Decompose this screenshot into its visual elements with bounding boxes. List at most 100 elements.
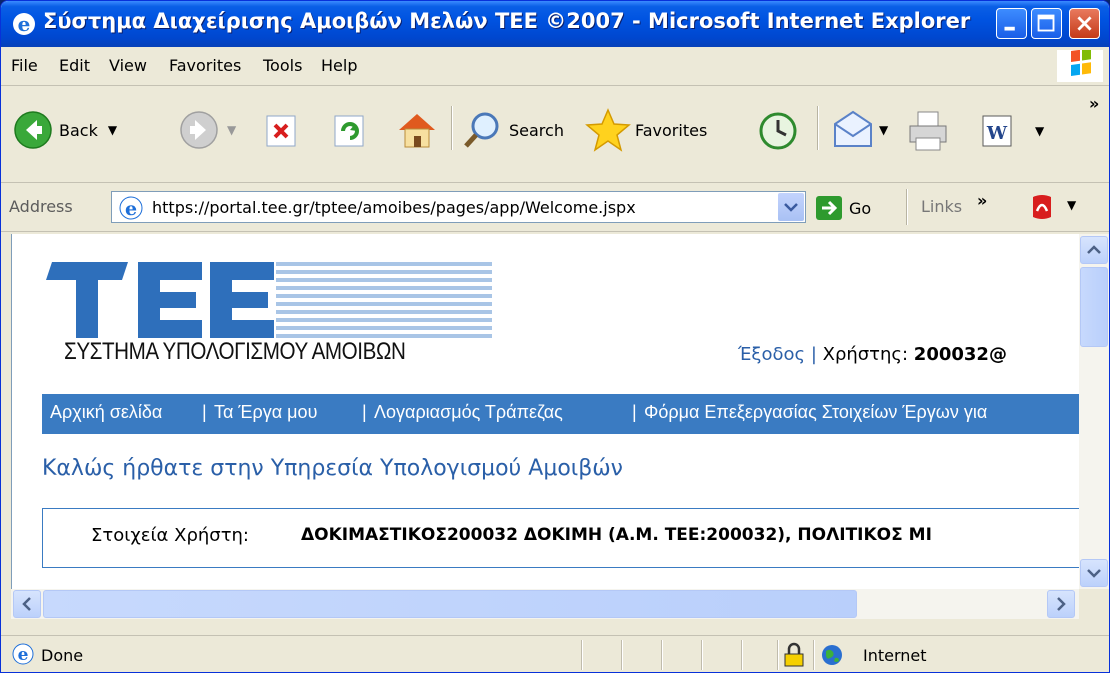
back-dropdown-icon[interactable]: ▼ — [108, 123, 117, 137]
search-icon — [464, 112, 499, 148]
back-button[interactable]: Back ▼ — [13, 110, 117, 150]
nav-my-projects[interactable]: Τα Έργα μου — [214, 402, 317, 423]
menu-help[interactable]: Help — [321, 56, 357, 75]
horizontal-scroll-thumb[interactable] — [43, 590, 857, 618]
vertical-scrollbar[interactable] — [1079, 234, 1109, 589]
menu-tools[interactable]: Tools — [263, 56, 302, 75]
user-details-value: ΔΟΚΙΜΑΣΤΙΚΟΣ200032 ΔΟΚΙΜΗ (Α.Μ. ΤΕΕ:2000… — [301, 525, 932, 545]
svg-text:e: e — [125, 198, 137, 220]
internet-globe-icon — [822, 645, 842, 665]
minimize-button[interactable] — [996, 8, 1027, 39]
close-button[interactable] — [1069, 8, 1100, 39]
windows-logo-icon — [1057, 50, 1103, 82]
favorites-label: Favorites — [635, 120, 708, 140]
logout-link[interactable]: Έξοδος — [738, 344, 805, 365]
favorites-star-icon — [585, 108, 631, 152]
toolbar-separator — [451, 106, 453, 150]
nav-home[interactable]: Αρχική σελίδα — [50, 402, 162, 423]
pdf-dropdown-icon[interactable]: ▼ — [1067, 198, 1076, 212]
stop-icon[interactable] — [265, 114, 299, 148]
scroll-right-button[interactable] — [1047, 590, 1075, 618]
ie-icon: e — [13, 12, 35, 36]
nav-separator: | — [362, 402, 367, 422]
favorites-button[interactable]: Favorites — [585, 108, 707, 152]
welcome-heading: Καλώς ήρθατε στην Υπηρεσία Υπολογισμού Α… — [42, 456, 623, 481]
go-button[interactable]: Go — [815, 195, 871, 221]
edit-dropdown-icon[interactable]: ▼ — [1035, 124, 1044, 138]
refresh-icon[interactable] — [333, 114, 367, 148]
page-viewport: ΣΥΣΤΗΜΑ ΥΠΟΛΟΓΙΣΜΟΥ ΑΜΟΙΒΩΝ Έξοδος | Χρή… — [11, 234, 1080, 589]
security-zone-label: Internet — [863, 646, 927, 665]
status-separator — [621, 640, 623, 670]
lock-icon — [784, 642, 804, 667]
nav-bank-account[interactable]: Λογαριασμός Τράπεζας — [374, 402, 563, 423]
vertical-scroll-thumb[interactable] — [1080, 267, 1108, 347]
scroll-down-button[interactable] — [1080, 559, 1108, 587]
scroll-up-button[interactable] — [1080, 236, 1108, 264]
address-input[interactable]: e https://portal.tee.gr/tptee/amoibes/pa… — [111, 191, 806, 223]
svg-text:W: W — [986, 123, 1008, 144]
chevron-left-icon — [22, 597, 31, 611]
forward-dropdown-icon[interactable]: ▼ — [227, 123, 236, 137]
scrollbar-corner — [1079, 589, 1109, 619]
menu-file[interactable]: File — [11, 56, 38, 75]
status-separator — [661, 640, 663, 670]
forward-arrow-icon — [180, 111, 218, 149]
status-separator — [701, 640, 703, 670]
standard-toolbar: Back ▼ ▼ Search Favorites ▼ W ▼ » — [1, 86, 1109, 183]
go-label: Go — [849, 198, 872, 218]
horizontal-scrollbar[interactable] — [11, 589, 1079, 619]
pdf-icon[interactable] — [1027, 193, 1057, 221]
chevron-up-icon — [1087, 245, 1101, 254]
search-button[interactable]: Search — [463, 110, 564, 150]
word-edit-icon[interactable]: W — [981, 114, 1015, 150]
nav-project-form[interactable]: Φόρμα Επεξεργασίας Στοιχείων Έργων για — [644, 402, 987, 423]
svg-text:e: e — [18, 12, 31, 36]
address-separator — [906, 189, 908, 225]
chevron-down-icon — [784, 203, 798, 212]
go-arrow-icon — [816, 196, 842, 220]
history-icon[interactable] — [757, 110, 799, 152]
logo-subtitle: ΣΥΣΤΗΜΑ ΥΠΟΛΟΓΙΣΜΟΥ ΑΜΟΙΒΩΝ — [64, 338, 406, 365]
menu-edit[interactable]: Edit — [59, 56, 90, 75]
maximize-button[interactable] — [1031, 8, 1062, 39]
maximize-icon — [1037, 14, 1055, 32]
home-icon[interactable] — [395, 108, 439, 152]
chevron-down-icon — [1087, 569, 1101, 578]
user-info-line: Έξοδος | Χρήστης: 200032@ — [738, 344, 1007, 365]
status-separator — [581, 640, 583, 670]
links-overflow-icon[interactable]: » — [977, 191, 987, 210]
title-bar[interactable]: e Σύστημα Διαχείρισης Αμοιβών Μελών ΤΕΕ … — [1, 1, 1109, 47]
toolbar-overflow-icon[interactable]: » — [1089, 94, 1099, 113]
mail-dropdown-icon[interactable]: ▼ — [879, 123, 888, 137]
links-label[interactable]: Links — [921, 197, 962, 216]
nav-separator: | — [632, 402, 637, 422]
user-label: Χρήστης: — [822, 344, 909, 365]
tee-logo — [46, 262, 492, 338]
chevron-right-icon — [1057, 597, 1066, 611]
close-icon — [1077, 16, 1092, 31]
back-arrow-icon — [14, 111, 52, 149]
status-bar: e Done Internet — [1, 635, 1109, 672]
address-label: Address — [9, 197, 73, 216]
address-url: https://portal.tee.gr/tptee/amoibes/page… — [152, 198, 636, 217]
address-bar: Address e https://portal.tee.gr/tptee/am… — [1, 183, 1109, 232]
toolbar-separator — [817, 106, 819, 150]
mail-icon — [834, 110, 872, 147]
page-ie-icon: e — [119, 196, 143, 220]
menu-favorites[interactable]: Favorites — [169, 56, 241, 75]
nav-bar: Αρχική σελίδα | Τα Έργα μου | Λογαριασμό… — [42, 394, 1080, 434]
nav-separator: | — [202, 402, 207, 422]
mail-button[interactable]: ▼ — [831, 110, 888, 150]
status-text: Done — [41, 646, 84, 665]
user-value: 200032@ — [913, 344, 1007, 365]
page-done-icon: e — [12, 643, 34, 665]
scroll-left-button[interactable] — [13, 590, 41, 618]
browser-window: e Σύστημα Διαχείρισης Αμοιβών Μελών ΤΕΕ … — [0, 0, 1110, 673]
address-dropdown-button[interactable] — [778, 193, 804, 221]
forward-button[interactable]: ▼ — [179, 110, 236, 150]
menu-view[interactable]: View — [109, 56, 147, 75]
print-icon[interactable] — [906, 110, 950, 152]
search-label: Search — [509, 120, 564, 140]
status-separator — [813, 640, 815, 670]
